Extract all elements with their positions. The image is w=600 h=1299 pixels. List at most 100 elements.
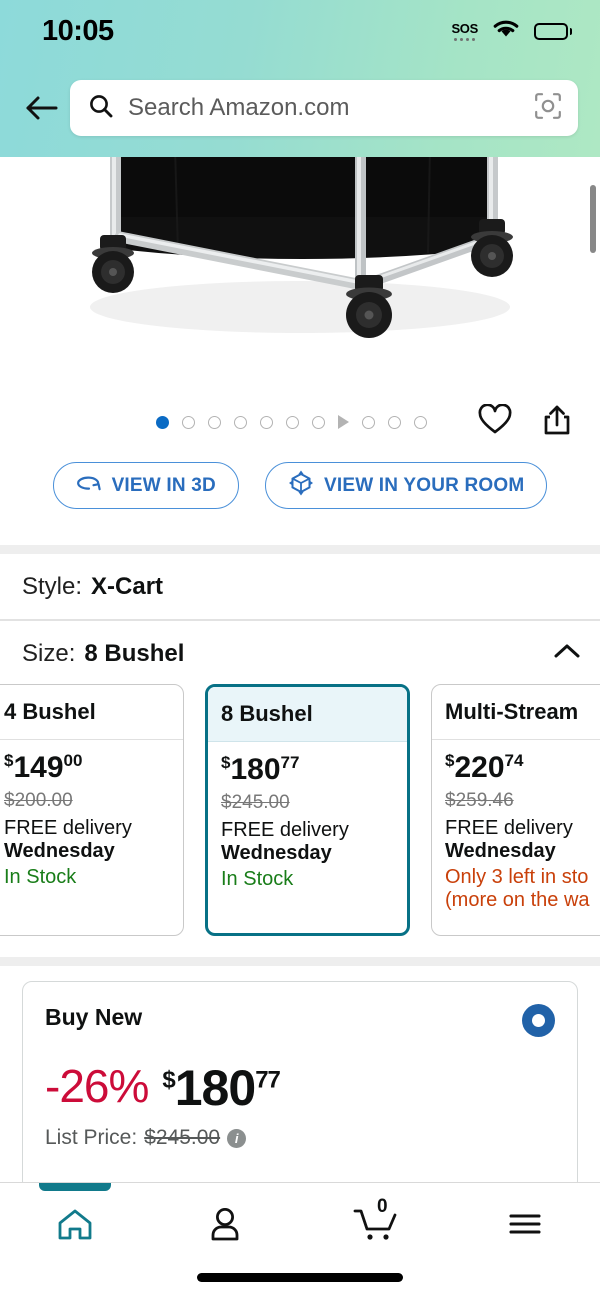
size-option-list-price: $259.46 — [445, 790, 514, 811]
size-option-stock: In Stock — [4, 866, 77, 888]
carousel-dot[interactable] — [312, 415, 325, 429]
size-option-card-selected[interactable]: 8 Bushel $18077 $245.00 FREE delivery We… — [205, 684, 410, 936]
list-price-label: List Price: — [45, 1126, 138, 1149]
product-image-carousel[interactable] — [0, 157, 600, 394]
back-button[interactable] — [14, 80, 70, 136]
style-label: Style: — [22, 572, 83, 600]
ar-cube-icon — [288, 470, 314, 502]
rotate-3d-icon — [76, 473, 102, 499]
back-arrow-icon — [26, 96, 58, 120]
carousel-dot[interactable] — [388, 415, 401, 429]
carousel-dots[interactable] — [156, 415, 427, 429]
sos-indicator: SOS — [451, 21, 478, 42]
status-bar-indicators: SOS — [451, 18, 572, 45]
view-buttons-row: VIEW IN 3D VIEW IN YOUR ROOM — [0, 462, 600, 509]
carousel-dot[interactable] — [286, 415, 299, 429]
cart-icon — [353, 1209, 397, 1240]
list-price-value: $245.00 — [144, 1126, 221, 1149]
size-option-details: $18077 $245.00 FREE delivery Wednesday I… — [208, 742, 407, 891]
buy-new-radio-button[interactable] — [522, 1004, 555, 1037]
size-option-title: 8 Bushel — [208, 687, 407, 742]
bottom-navigation-bar: 0 — [0, 1182, 600, 1299]
hamburger-menu-icon — [505, 1205, 545, 1248]
carousel-dot[interactable] — [156, 415, 169, 429]
size-option-delivery-day: Wednesday — [4, 840, 115, 862]
search-input[interactable]: Search Amazon.com — [128, 94, 520, 122]
price-cents: 00 — [63, 751, 83, 770]
view-in-3d-label: VIEW IN 3D — [111, 474, 216, 496]
price-cents: 77 — [280, 753, 300, 772]
size-option-price: $18077 — [221, 754, 394, 785]
style-attribute-row[interactable]: Style: X-Cart — [0, 554, 600, 619]
search-icon — [88, 93, 114, 124]
buy-new-panel[interactable]: Buy New -26% $18077 List Price: $245.00 … — [22, 981, 578, 1191]
status-bar-clock: 10:05 — [42, 14, 114, 47]
chevron-up-icon[interactable] — [552, 641, 580, 667]
view-in-3d-button[interactable]: VIEW IN 3D — [52, 462, 239, 509]
cart-icon-wrapper: 0 — [351, 1196, 399, 1248]
size-option-price: $14900 — [4, 752, 170, 783]
price-whole: 180 — [174, 1060, 256, 1116]
buy-new-title: Buy New — [45, 1004, 143, 1030]
nav-item-account[interactable] — [150, 1205, 300, 1248]
heart-outline-icon[interactable] — [478, 403, 512, 440]
buy-new-price: $18077 — [162, 1063, 281, 1113]
size-option-details: $22074 $259.46 FREE delivery Wednesday O… — [432, 740, 600, 912]
share-icon[interactable] — [542, 404, 572, 441]
size-option-delivery: FREE delivery — [4, 817, 132, 839]
price-cents: 77 — [255, 1066, 281, 1094]
price-whole: 220 — [454, 751, 505, 784]
app-header: 10:05 SOS Search Amazon.com — [0, 0, 600, 157]
person-icon — [205, 1205, 245, 1248]
price-cents: 74 — [504, 751, 524, 770]
gallery-action-icons — [478, 403, 600, 441]
size-option-price: $22074 — [445, 752, 600, 783]
camera-scan-icon[interactable] — [534, 92, 562, 125]
carousel-video-play-icon[interactable] — [338, 415, 349, 429]
size-option-details: $14900 $200.00 FREE delivery Wednesday I… — [0, 740, 183, 889]
nav-item-cart[interactable]: 0 — [300, 1196, 450, 1248]
size-option-title: Multi-Stream — [432, 685, 600, 740]
size-option-stock: Only 3 left in sto — [445, 866, 589, 888]
home-indicator-bar — [197, 1273, 403, 1282]
nav-item-home[interactable] — [0, 1183, 150, 1248]
nav-active-indicator — [39, 1183, 111, 1191]
view-in-your-room-button[interactable]: VIEW IN YOUR ROOM — [264, 462, 548, 509]
carousel-dot[interactable] — [208, 415, 221, 429]
section-divider-2 — [0, 957, 600, 966]
view-in-your-room-label: VIEW IN YOUR ROOM — [323, 474, 525, 496]
size-option-card[interactable]: 4 Bushel $14900 $200.00 FREE delivery We… — [0, 684, 184, 936]
cart-badge-count: 0 — [377, 1196, 388, 1217]
wifi-icon — [491, 18, 521, 45]
image-scrollbar[interactable] — [590, 185, 596, 253]
size-option-stock: In Stock — [221, 868, 294, 890]
size-label: Size: — [22, 639, 76, 667]
size-option-card[interactable]: Multi-Stream $22074 $259.46 FREE deliver… — [431, 684, 600, 936]
section-divider — [0, 545, 600, 554]
size-option-list-price: $245.00 — [221, 792, 290, 813]
carousel-dot[interactable] — [234, 415, 247, 429]
price-currency: $ — [162, 1066, 175, 1094]
size-option-delivery-day: Wednesday — [445, 840, 556, 862]
carousel-dot[interactable] — [260, 415, 273, 429]
status-bar: 10:05 SOS — [0, 0, 600, 62]
buy-new-header: Buy New — [45, 1004, 555, 1037]
price-whole: 149 — [13, 751, 64, 784]
nav-item-menu[interactable] — [450, 1205, 600, 1248]
size-option-delivery: FREE delivery — [445, 817, 573, 839]
style-value: X-Cart — [91, 572, 164, 600]
size-option-stock-extra: (more on the wa — [445, 889, 590, 911]
size-attribute-row[interactable]: Size: 8 Bushel — [0, 621, 600, 686]
size-option-title: 4 Bushel — [0, 685, 183, 740]
home-icon — [55, 1205, 95, 1248]
buy-new-price-row: -26% $18077 — [45, 1063, 555, 1113]
carousel-dot[interactable] — [362, 415, 375, 429]
product-image — [0, 157, 600, 394]
info-icon[interactable]: i — [227, 1128, 247, 1148]
size-option-cards[interactable]: 4 Bushel $14900 $200.00 FREE delivery We… — [0, 684, 600, 940]
size-option-delivery: FREE delivery — [221, 819, 349, 841]
search-bar[interactable]: Search Amazon.com — [70, 80, 578, 136]
carousel-dot[interactable] — [414, 415, 427, 429]
carousel-dot[interactable] — [182, 415, 195, 429]
search-row: Search Amazon.com — [0, 62, 600, 154]
